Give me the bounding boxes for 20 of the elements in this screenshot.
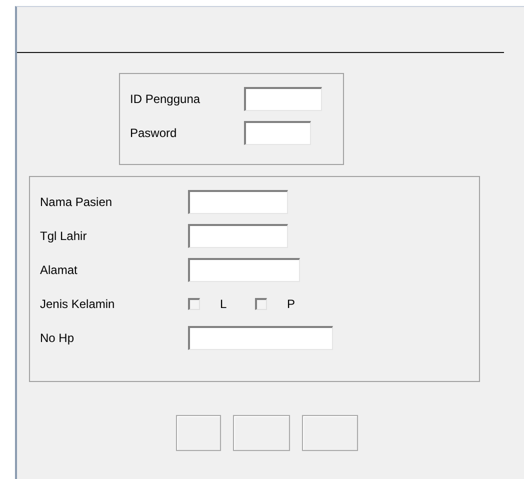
field-label: No Hp bbox=[40, 330, 76, 347]
field-label: Alamat bbox=[40, 262, 78, 279]
blank-button[interactable] bbox=[233, 415, 290, 451]
field-label: Tgl Lahir bbox=[40, 228, 88, 245]
blank-button[interactable] bbox=[302, 415, 358, 451]
field-label: Nama Pasien bbox=[40, 194, 114, 211]
field-label: ID Pengguna bbox=[130, 91, 202, 108]
text-field[interactable] bbox=[188, 326, 333, 350]
checkbox[interactable] bbox=[255, 298, 267, 310]
text-field[interactable] bbox=[188, 224, 288, 248]
text-field[interactable] bbox=[244, 121, 311, 145]
blank-button[interactable] bbox=[176, 415, 221, 451]
checkbox[interactable] bbox=[188, 298, 200, 310]
text-field[interactable] bbox=[188, 258, 300, 282]
checkbox-label: L bbox=[220, 297, 228, 311]
checkbox-label: P bbox=[287, 297, 296, 311]
field-label: Jenis Kelamin bbox=[40, 296, 116, 313]
field-label: Pasword bbox=[130, 125, 178, 142]
text-field[interactable] bbox=[244, 87, 322, 111]
text-field[interactable] bbox=[188, 190, 288, 214]
